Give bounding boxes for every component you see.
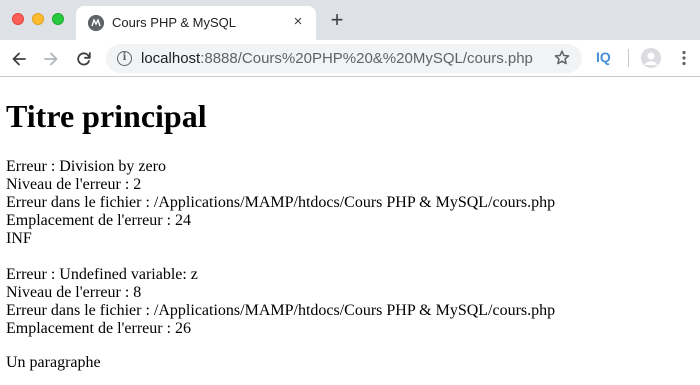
close-tab-icon[interactable]: ×: [290, 14, 306, 30]
error-line: Emplacement de l'erreur : 26: [6, 320, 192, 337]
error-message: Erreur : Undefined variable: z: [6, 266, 198, 283]
error-block-2: Erreur : Undefined variable: z Niveau de…: [6, 266, 700, 338]
error-message: Erreur : Division by zero: [6, 158, 166, 175]
back-arrow-icon[interactable]: [9, 49, 29, 69]
php-favicon-icon: [88, 15, 104, 31]
zoom-window-button[interactable]: [52, 13, 64, 25]
kebab-menu-icon[interactable]: [678, 49, 690, 67]
error-block-1: Erreur : Division by zero Niveau de l'er…: [6, 158, 700, 248]
paragraph: Un paragraphe: [6, 354, 101, 371]
reload-icon[interactable]: [74, 49, 94, 69]
minimize-window-button[interactable]: [32, 13, 44, 25]
tab-title: Cours PHP & MySQL: [112, 15, 237, 30]
error-file: Erreur dans le fichier : /Applications/M…: [6, 302, 556, 319]
star-icon[interactable]: [553, 49, 571, 67]
error-file: Erreur dans le fichier : /Applications/M…: [6, 194, 556, 211]
profile-icon[interactable]: [641, 48, 661, 68]
page-title: Titre principal: [6, 98, 207, 134]
url-path: :8888/Cours%20PHP%20&%20MySQL/cours.php: [200, 50, 533, 67]
forward-arrow-icon[interactable]: [41, 49, 61, 69]
result-output: INF: [6, 230, 32, 247]
info-icon[interactable]: i: [117, 51, 132, 66]
address-bar[interactable]: i localhost:8888/Cours%20PHP%20&%20MySQL…: [106, 44, 582, 73]
tab-cours-php[interactable]: Cours PHP & MySQL ×: [76, 6, 316, 40]
url-host: localhost: [141, 50, 201, 67]
close-window-button[interactable]: [12, 13, 24, 25]
page-content: Titre principal Erreur : Division by zer…: [0, 78, 700, 385]
toolbar-divider: [628, 49, 629, 67]
error-line: Emplacement de l'erreur : 24: [6, 212, 192, 229]
error-level: Niveau de l'erreur : 8: [6, 284, 142, 301]
browser-toolbar: i localhost:8888/Cours%20PHP%20&%20MySQL…: [0, 40, 700, 77]
tab-strip: Cours PHP & MySQL × +: [0, 0, 700, 40]
error-level: Niveau de l'erreur : 2: [6, 176, 142, 193]
extension-iq-button[interactable]: IQ: [596, 49, 611, 65]
url-text[interactable]: localhost:8888/Cours%20PHP%20&%20MySQL/c…: [141, 50, 533, 67]
new-tab-button[interactable]: +: [328, 9, 346, 31]
